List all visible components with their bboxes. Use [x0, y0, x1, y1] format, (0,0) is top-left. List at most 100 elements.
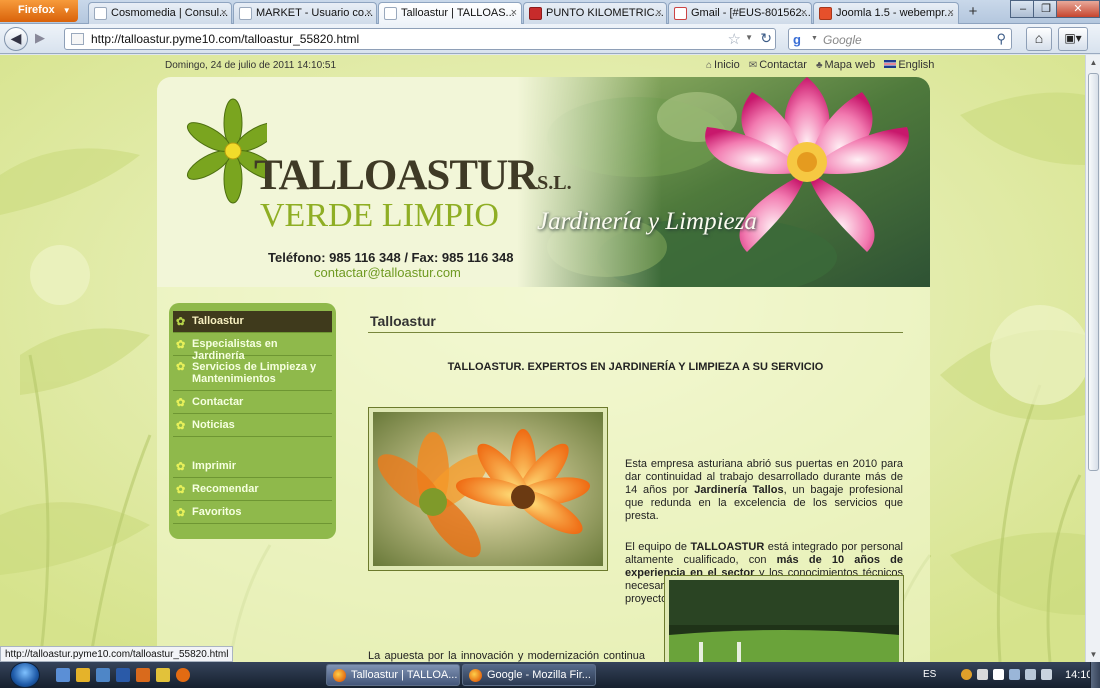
close-icon[interactable]: ×	[366, 7, 372, 19]
close-window-button[interactable]: ✕	[1056, 0, 1100, 18]
tab-gmail[interactable]: Gmail - [#EUS-801562... ×	[668, 2, 812, 24]
top-link-mapa-web-label: Mapa web	[824, 59, 876, 71]
firefox-icon	[469, 669, 482, 682]
contact-email-link[interactable]: contactar@talloastur.com	[314, 265, 461, 280]
clock[interactable]: 14:10	[1065, 669, 1093, 681]
navigation-toolbar: ◀ ▶ http://talloastur.pyme10.com/talloas…	[0, 24, 1100, 54]
tab-label: Gmail - [#EUS-801562...	[691, 7, 811, 19]
sidebar-item-favoritos[interactable]: ✿ Favoritos	[173, 501, 332, 524]
sidebar-item-label: Imprimir	[192, 460, 237, 472]
flower-bullet-icon: ✿	[176, 484, 186, 496]
flower-bullet-icon: ✿	[176, 361, 186, 373]
sidebar-item-recomendar[interactable]: ✿ Recomendar	[173, 478, 332, 501]
top-link-english-label: English	[898, 59, 935, 71]
page-icon	[71, 33, 84, 45]
lawn-image	[669, 580, 899, 662]
show-desktop-button[interactable]	[1090, 662, 1100, 688]
taskbar-item-label: Talloastur | TALLOA...	[351, 669, 458, 681]
close-icon[interactable]: ×	[801, 7, 807, 19]
top-link-mapa-web[interactable]: ♣ Mapa web	[816, 59, 875, 71]
sidebar-menu: ✿ Talloastur ✿ Especialistas en Jardiner…	[169, 303, 336, 539]
tab-cosmomedia[interactable]: Cosmomedia | Consul... ×	[88, 2, 232, 24]
show-desktop-icon[interactable]	[56, 668, 70, 682]
tab-joomla[interactable]: Joomla 1.5 - webempr... ×	[813, 2, 959, 24]
firefox-icon[interactable]	[136, 668, 150, 682]
logo-suffix: S.L.	[537, 172, 572, 194]
chevron-down-icon[interactable]: ▼	[811, 35, 818, 42]
sidebar-item-imprimir[interactable]: ✿ Imprimir	[173, 455, 332, 478]
page-icon	[529, 7, 542, 20]
search-icon[interactable]: ⚲	[996, 31, 1006, 47]
taskbar-item-google[interactable]: Google - Mozilla Fir...	[462, 664, 596, 686]
flower-bullet-icon: ✿	[176, 420, 186, 432]
windows-start-icon[interactable]	[10, 662, 40, 688]
top-link-english[interactable]: English	[884, 59, 934, 71]
taskbar-item-talloastur[interactable]: Talloastur | TALLOA...	[326, 664, 460, 686]
flower-bullet-icon: ✿	[176, 461, 186, 473]
tab-talloastur[interactable]: Talloastur | TALLOAS... ×	[378, 2, 522, 24]
forward-arrow-icon[interactable]: ▶	[30, 30, 50, 48]
scroll-down-icon[interactable]: ▼	[1088, 650, 1099, 659]
reload-icon[interactable]: ↻	[760, 30, 772, 47]
sidebar-item-limpieza[interactable]: ✿ Servicios de Limpieza y Mantenimientos	[173, 356, 332, 391]
word-icon[interactable]	[116, 668, 130, 682]
close-icon[interactable]: ×	[221, 7, 227, 19]
tab-label: Joomla 1.5 - webempr...	[836, 7, 954, 19]
flower-bullet-icon: ✿	[176, 397, 186, 409]
tab-label: MARKET - Usuario co...	[256, 7, 374, 19]
sidebar-item-label: Recomendar	[192, 483, 259, 495]
mail-icon: ✉	[748, 60, 758, 71]
flower-bullet-icon: ✿	[176, 507, 186, 519]
date-line: Domingo, 24 de julio de 2011 14:10:51	[165, 60, 337, 71]
tab-punto-kilometrico[interactable]: PUNTO KILOMETRIC... ×	[523, 2, 667, 24]
top-link-inicio[interactable]: ⌂ Inicio	[706, 59, 740, 71]
close-icon[interactable]: ×	[656, 7, 662, 19]
network-icon[interactable]	[1025, 669, 1036, 680]
google-icon[interactable]: g	[793, 32, 809, 47]
uk-flag-icon	[884, 60, 897, 68]
tab-strip: Firefox ▼ Cosmomedia | Consul... × MARKET…	[0, 0, 1100, 24]
volume-icon[interactable]	[1041, 669, 1052, 680]
firefox-icon	[333, 669, 346, 682]
search-input[interactable]: g ▼ Google ⚲	[788, 28, 1012, 50]
tray-app-icon[interactable]	[993, 669, 1004, 680]
flower-bullet-icon: ✿	[176, 339, 186, 351]
chevron-down-icon[interactable]: ▼	[745, 33, 753, 42]
scroll-up-icon[interactable]: ▲	[1088, 58, 1099, 67]
tab-market[interactable]: MARKET - Usuario co... ×	[233, 2, 377, 24]
language-indicator[interactable]: ES	[923, 669, 936, 680]
sidebar-item-noticias[interactable]: ✿ Noticias	[173, 414, 332, 437]
ie-icon[interactable]	[96, 668, 110, 682]
explorer-icon[interactable]	[76, 668, 90, 682]
addon-icon[interactable]: ▣▾	[1058, 27, 1088, 51]
gmail-icon	[674, 7, 687, 20]
back-arrow-icon[interactable]: ◀	[4, 27, 28, 51]
title-divider	[368, 332, 903, 333]
media-player-icon[interactable]	[156, 668, 170, 682]
tab-label: PUNTO KILOMETRIC...	[546, 7, 664, 19]
home-icon[interactable]: ⌂	[1026, 27, 1052, 51]
sidebar-item-jardineria[interactable]: ✿ Especialistas en Jardinería	[173, 333, 332, 362]
new-tab-button[interactable]: +	[962, 3, 984, 23]
scroll-thumb[interactable]	[1088, 73, 1099, 471]
sidebar-item-talloastur[interactable]: ✿ Talloastur	[173, 311, 332, 333]
sidebar-item-label: Contactar	[192, 396, 244, 408]
vertical-scrollbar[interactable]: ▲ ▼	[1085, 55, 1100, 662]
firefox-menu-button[interactable]: Firefox ▼	[0, 0, 78, 22]
sidebar-item-label: Noticias	[192, 419, 235, 431]
bookmark-star-icon[interactable]: ☆	[728, 30, 741, 48]
tray-app-icon[interactable]	[977, 669, 988, 680]
sidebar-item-label: Favoritos	[192, 506, 242, 518]
page-icon	[239, 7, 252, 20]
sidebar-item-contactar[interactable]: ✿ Contactar	[173, 391, 332, 414]
tray-app-icon[interactable]	[1009, 669, 1020, 680]
url-text: http://talloastur.pyme10.com/talloastur_…	[91, 32, 360, 46]
top-link-contactar[interactable]: ✉ Contactar	[749, 59, 807, 71]
url-bar[interactable]: http://talloastur.pyme10.com/talloastur_…	[64, 28, 776, 50]
search-placeholder: Google	[823, 33, 862, 47]
home-link-icon: ⌂	[706, 60, 713, 71]
tray-app-icon[interactable]	[961, 669, 972, 680]
close-icon[interactable]: ×	[948, 7, 954, 19]
close-icon[interactable]: ×	[511, 7, 517, 19]
firefox-icon[interactable]	[176, 668, 190, 682]
